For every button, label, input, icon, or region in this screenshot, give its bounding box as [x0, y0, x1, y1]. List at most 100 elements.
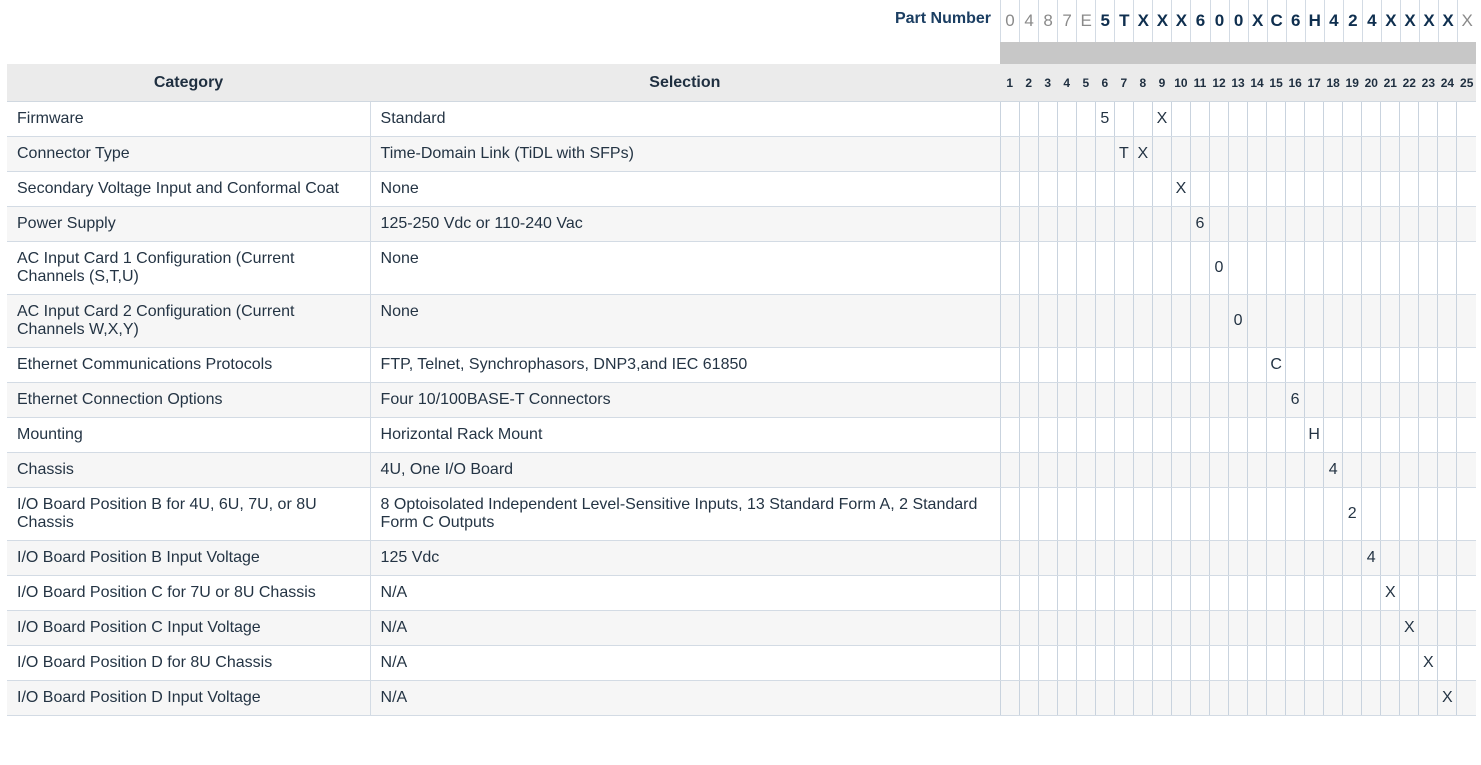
position-cell: [1208, 171, 1229, 207]
position-cell: [1342, 206, 1362, 242]
position-cell: [999, 680, 1020, 716]
position-cell: [1266, 487, 1286, 541]
position-cell: [1189, 417, 1210, 453]
position-cell: [1037, 540, 1058, 576]
position-cell: [1037, 382, 1058, 418]
position-cell: [999, 610, 1020, 646]
position-cell: [1170, 101, 1191, 137]
position-cell: [1170, 487, 1191, 541]
position-cell: [1399, 540, 1419, 576]
position-cell: [1037, 417, 1058, 453]
position-cell: [1418, 610, 1438, 646]
position-cell: [1132, 101, 1153, 137]
position-cell: [1018, 610, 1039, 646]
position-cell: [1075, 540, 1096, 576]
position-cell: [1189, 101, 1210, 137]
position-cell: [1304, 347, 1324, 383]
position-cell: [1399, 680, 1419, 716]
position-cell: [1075, 680, 1096, 716]
position-cell: [1132, 452, 1153, 488]
position-cell: [1304, 136, 1324, 172]
position-cell: [1361, 575, 1381, 611]
table-row: I/O Board Position D Input Voltage N/A X: [7, 680, 1476, 716]
category-cell: Ethernet Communications Protocols: [7, 347, 371, 383]
position-cell: [1037, 206, 1058, 242]
selection-cell: Four 10/100BASE-T Connectors: [370, 382, 1001, 418]
position-cell: [1418, 487, 1438, 541]
position-header: 25: [1456, 64, 1476, 102]
position-cell: [1018, 347, 1039, 383]
position-cell: [1380, 382, 1400, 418]
position-header: 24: [1437, 64, 1457, 102]
position-cell: [1456, 171, 1476, 207]
position-cell: [1037, 347, 1058, 383]
selection-cell: 125 Vdc: [370, 540, 1001, 576]
position-cell: [1113, 680, 1134, 716]
position-cell: [1456, 206, 1476, 242]
table-row: I/O Board Position D for 8U Chassis N/A X: [7, 645, 1476, 681]
category-cell: I/O Board Position D for 8U Chassis: [7, 645, 371, 681]
position-cell: [1151, 452, 1172, 488]
category-header: Category: [7, 64, 371, 102]
position-cell: [1170, 136, 1191, 172]
position-cell: C: [1266, 347, 1286, 383]
position-cell: [1094, 241, 1115, 295]
selection-cell: None: [370, 171, 1001, 207]
position-cell: [1094, 347, 1115, 383]
position-header: 21: [1380, 64, 1400, 102]
position-cell: [1113, 575, 1134, 611]
position-cell: [1247, 575, 1267, 611]
position-cell: [1132, 347, 1153, 383]
position-cell: [1266, 417, 1286, 453]
part-number-char: 8: [1038, 0, 1057, 42]
position-cell: [1056, 680, 1077, 716]
position-cell: [1456, 645, 1476, 681]
category-cell: Chassis: [7, 452, 371, 488]
position-cell: [1113, 347, 1134, 383]
position-cell: [1037, 575, 1058, 611]
position-cell: [1418, 417, 1438, 453]
position-cell: [1228, 680, 1248, 716]
position-cell: [1456, 347, 1476, 383]
position-cell: [999, 645, 1020, 681]
position-cell: [1037, 171, 1058, 207]
position-cell: [1380, 136, 1400, 172]
position-cell: [1151, 171, 1172, 207]
position-cell: [1399, 417, 1419, 453]
part-number-char: X: [1133, 0, 1152, 42]
position-cell: [1323, 575, 1343, 611]
table-row: I/O Board Position C Input Voltage N/A X: [7, 610, 1476, 646]
position-cell: [1037, 101, 1058, 137]
position-cell: [1247, 417, 1267, 453]
position-cell: [1075, 101, 1096, 137]
position-cell: [1151, 241, 1172, 295]
position-header: 17: [1304, 64, 1324, 102]
position-cell: [1285, 136, 1305, 172]
position-cell: [1056, 101, 1077, 137]
position-header: 10: [1170, 64, 1191, 102]
position-cell: X: [1437, 680, 1457, 716]
position-cell: [1247, 487, 1267, 541]
position-cell: [1361, 417, 1381, 453]
position-cell: [999, 101, 1020, 137]
position-cell: [1437, 294, 1457, 348]
position-cell: [1056, 241, 1077, 295]
position-cell: [1094, 417, 1115, 453]
position-cell: [1399, 171, 1419, 207]
position-cell: [1056, 452, 1077, 488]
position-cell: [1323, 294, 1343, 348]
position-cell: [1247, 206, 1267, 242]
configuration-table: Category Selection 1 2 3 4 5 6 7 8 9 10 11 12 13 14 15…: [7, 64, 1476, 716]
position-cell: [999, 294, 1020, 348]
position-cell: [1323, 101, 1343, 137]
position-cell: [1285, 206, 1305, 242]
position-cell: [1208, 645, 1229, 681]
position-cell: 6: [1189, 206, 1210, 242]
position-cell: [1285, 417, 1305, 453]
position-cell: [1113, 452, 1134, 488]
position-cell: [1228, 487, 1248, 541]
position-cell: [1285, 680, 1305, 716]
position-cell: [1418, 575, 1438, 611]
position-cell: [1094, 382, 1115, 418]
position-cell: [1342, 417, 1362, 453]
